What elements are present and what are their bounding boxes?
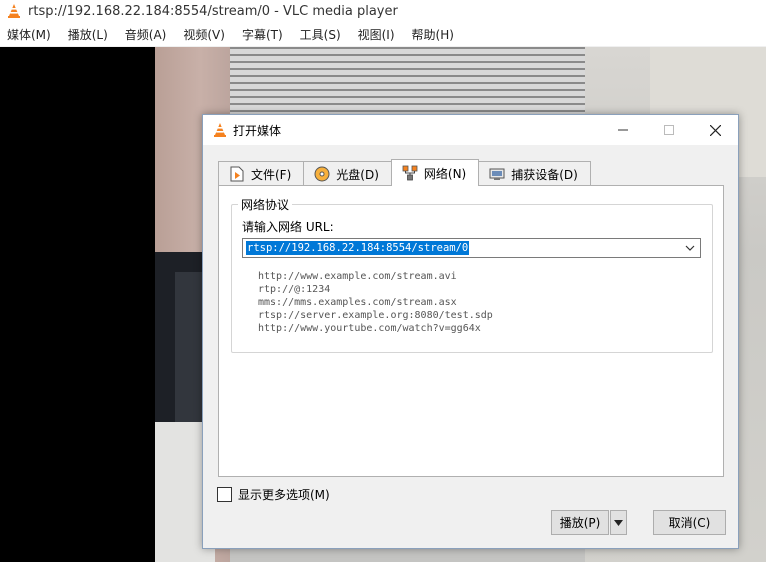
url-example: http://www.example.com/stream.avi bbox=[258, 271, 457, 282]
show-more-options[interactable]: 显示更多选项(M) bbox=[217, 486, 330, 503]
minimize-icon bbox=[618, 129, 628, 131]
tab-bar: 文件(F) 光盘(D) 网络(N) 捕获设备(D) bbox=[218, 159, 591, 186]
open-media-dialog: 打开媒体 文件(F) 光盘(D) 网络(N) 捕获设备(D) 网络协议 请输入网… bbox=[202, 114, 739, 549]
minimize-button[interactable] bbox=[600, 115, 646, 145]
tab-capture-device[interactable]: 捕获设备(D) bbox=[478, 161, 591, 186]
menu-view[interactable]: 视图(I) bbox=[358, 26, 395, 43]
url-example: mms://mms.examples.com/stream.asx bbox=[258, 297, 457, 308]
chevron-down-icon[interactable] bbox=[684, 242, 696, 254]
file-icon bbox=[229, 166, 245, 182]
dialog-title-bar: 打开媒体 bbox=[203, 115, 738, 145]
play-button-group: 播放(P) bbox=[551, 510, 627, 535]
url-examples: http://www.example.com/stream.avi rtp://… bbox=[258, 270, 493, 335]
menu-tools[interactable]: 工具(S) bbox=[300, 26, 341, 43]
cancel-button[interactable]: 取消(C) bbox=[653, 510, 726, 535]
tab-file[interactable]: 文件(F) bbox=[218, 161, 305, 186]
url-example: http://www.yourtube.com/watch?v=gg64x bbox=[258, 323, 481, 334]
capture-device-icon bbox=[489, 166, 505, 182]
video-blinds bbox=[230, 47, 590, 122]
vlc-cone-icon bbox=[214, 123, 226, 137]
disc-icon bbox=[314, 166, 330, 182]
network-icon bbox=[402, 165, 418, 181]
menu-help[interactable]: 帮助(H) bbox=[412, 26, 454, 43]
close-button[interactable] bbox=[692, 115, 738, 145]
url-label: 请输入网络 URL: bbox=[242, 220, 334, 234]
menu-playback[interactable]: 播放(L) bbox=[68, 26, 108, 43]
menu-video[interactable]: 视频(V) bbox=[183, 26, 225, 43]
tab-capture-device-label: 捕获设备(D) bbox=[511, 167, 578, 182]
url-combobox[interactable]: rtsp://192.168.22.184:8554/stream/0 bbox=[242, 238, 701, 258]
dialog-title: 打开媒体 bbox=[233, 123, 282, 138]
tab-network[interactable]: 网络(N) bbox=[390, 159, 480, 186]
url-example: rtp://@:1234 bbox=[258, 284, 331, 295]
group-title: 网络协议 bbox=[238, 196, 293, 213]
tab-network-label: 网络(N) bbox=[423, 166, 467, 181]
tab-file-label: 文件(F) bbox=[251, 167, 292, 182]
play-button[interactable]: 播放(P) bbox=[551, 510, 609, 535]
menu-media[interactable]: 媒体(M) bbox=[7, 26, 51, 43]
menu-subtitle[interactable]: 字幕(T) bbox=[242, 26, 283, 43]
play-dropdown-button[interactable] bbox=[610, 510, 627, 535]
menu-audio[interactable]: 音频(A) bbox=[125, 26, 167, 43]
tab-disc-label: 光盘(D) bbox=[336, 167, 379, 182]
network-tab-panel: 网络协议 请输入网络 URL: rtsp://192.168.22.184:85… bbox=[218, 185, 724, 477]
more-options-label: 显示更多选项(M) bbox=[238, 488, 330, 502]
window-title: rtsp://192.168.22.184:8554/stream/0 - VL… bbox=[28, 3, 398, 19]
url-example: rtsp://server.example.org:8080/test.sdp bbox=[258, 310, 493, 321]
tab-disc[interactable]: 光盘(D) bbox=[303, 161, 392, 186]
url-input[interactable]: rtsp://192.168.22.184:8554/stream/0 bbox=[246, 241, 470, 255]
maximize-button[interactable] bbox=[646, 115, 692, 145]
triangle-down-icon bbox=[614, 519, 623, 526]
maximize-icon bbox=[664, 125, 674, 135]
more-options-checkbox[interactable] bbox=[217, 487, 232, 502]
network-protocol-group: 网络协议 请输入网络 URL: rtsp://192.168.22.184:85… bbox=[231, 196, 713, 353]
menu-bar: 媒体(M) 播放(L) 音频(A) 视频(V) 字幕(T) 工具(S) 视图(I… bbox=[0, 22, 766, 47]
vlc-title-bar: rtsp://192.168.22.184:8554/stream/0 - VL… bbox=[0, 0, 766, 22]
close-icon bbox=[709, 124, 721, 136]
vlc-cone-icon bbox=[8, 4, 20, 18]
